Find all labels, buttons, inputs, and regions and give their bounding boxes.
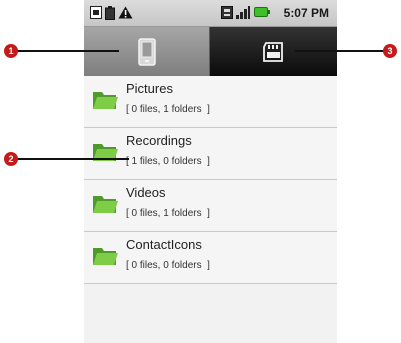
sim-card-icon bbox=[90, 6, 102, 19]
callout-badge-2: 2 bbox=[4, 152, 18, 166]
callout-badge-1: 1 bbox=[4, 44, 18, 58]
folder-row-pictures[interactable]: Pictures [ 0 files, 1 folders ] bbox=[84, 76, 337, 128]
folder-list: Pictures [ 0 files, 1 folders ] Recordin… bbox=[84, 76, 337, 284]
signal-icon bbox=[236, 6, 250, 19]
callout-line-3 bbox=[295, 50, 385, 52]
folder-name: Recordings bbox=[126, 133, 192, 148]
callout-line-2 bbox=[17, 158, 129, 160]
callout-badge-3: 3 bbox=[383, 44, 397, 58]
folder-name: Pictures bbox=[126, 81, 173, 96]
folder-info: [ 1 files, 0 folders ] bbox=[126, 156, 210, 167]
battery-icon bbox=[254, 7, 270, 17]
warning-icon bbox=[118, 6, 133, 19]
folder-info: [ 0 files, 1 folders ] bbox=[126, 104, 210, 115]
folder-icon bbox=[93, 248, 118, 265]
usb-icon bbox=[221, 6, 233, 19]
status-time: 5:07 PM bbox=[283, 6, 329, 20]
sd-card-icon bbox=[262, 41, 283, 62]
folder-icon bbox=[93, 196, 118, 213]
folder-name: Videos bbox=[126, 185, 166, 200]
folder-row-videos[interactable]: Videos [ 0 files, 1 folders ] bbox=[84, 180, 337, 232]
folder-name: ContactIcons bbox=[126, 237, 202, 252]
folder-info: [ 0 files, 1 folders ] bbox=[126, 208, 210, 219]
status-bar: 5:07 PM bbox=[84, 0, 337, 27]
phone-icon bbox=[137, 37, 156, 66]
folder-row-recordings[interactable]: Recordings [ 1 files, 0 folders ] bbox=[84, 128, 337, 180]
folder-row-contacticons[interactable]: ContactIcons [ 0 files, 0 folders ] bbox=[84, 232, 337, 284]
folder-info: [ 0 files, 0 folders ] bbox=[126, 260, 210, 271]
folder-icon bbox=[93, 92, 118, 109]
callout-line-1 bbox=[17, 50, 119, 52]
battery-small-icon bbox=[105, 6, 115, 20]
